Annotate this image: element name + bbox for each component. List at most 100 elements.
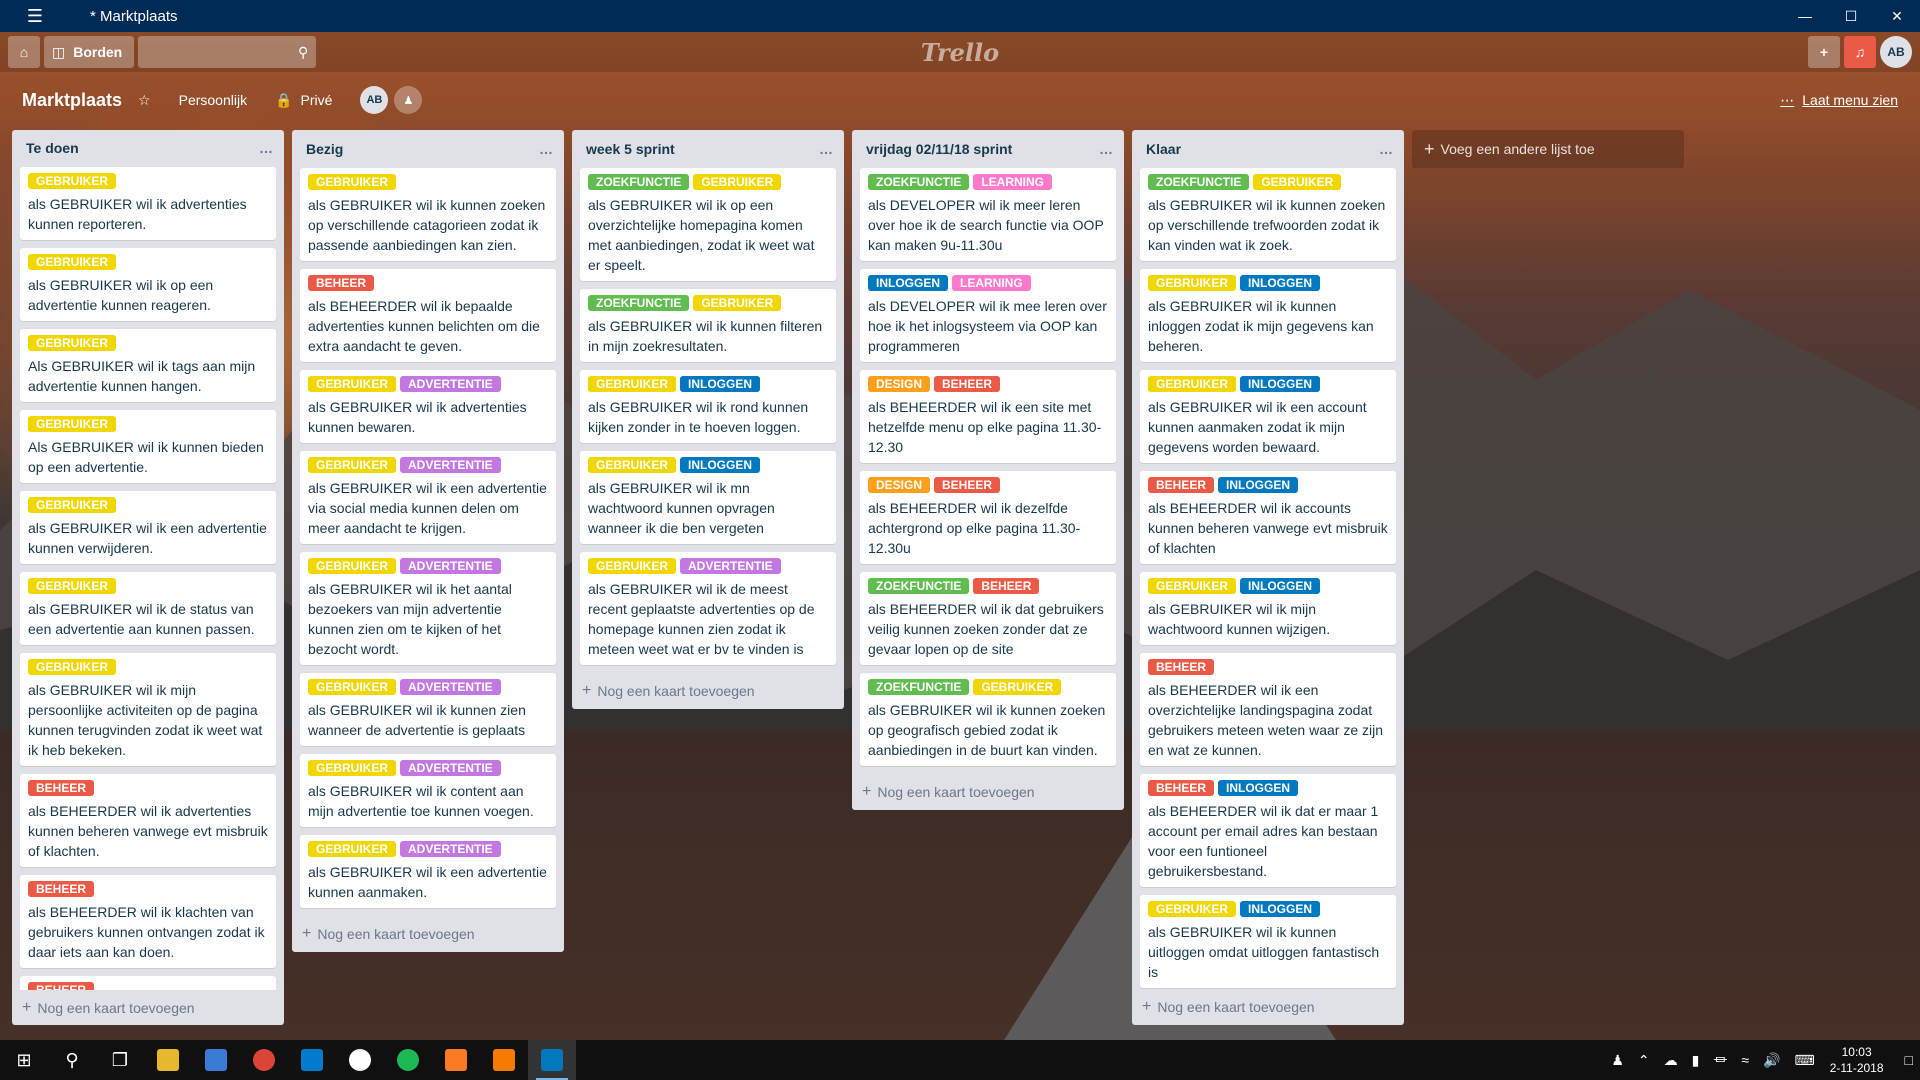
add-card-button[interactable]: + Nog een kaart toevoegen — [12, 990, 284, 1025]
notifications-button[interactable]: ♫ — [1844, 36, 1876, 68]
card[interactable]: GEBRUIKER ADVERTENTIE als GEBRUIKER wil ik… — [300, 552, 556, 665]
card[interactable]: GEBRUIKER als GEBRUIKER wil ik advertenti… — [20, 166, 276, 240]
home-button[interactable]: ⌂ — [8, 36, 40, 68]
card[interactable]: BEHEER als BEHEERDER wil ik klachten van … — [20, 874, 276, 968]
trello-taskbar-button[interactable] — [528, 1040, 576, 1080]
list-title[interactable]: Bezig — [306, 141, 343, 157]
add-card-button[interactable]: + Nog een kaart toevoegen — [292, 916, 564, 952]
card[interactable]: GEBRUIKER Als GEBRUIKER wil ik tags aan m… — [20, 328, 276, 402]
card[interactable]: BEHEER als BEHEERDER wil ik bepaalde adve… — [300, 269, 556, 362]
taskbar-clock[interactable]: 10:03 2-11-2018 — [1830, 1044, 1884, 1076]
card[interactable]: GEBRUIKER ADVERTENTIE als GEBRUIKER wil ik… — [300, 370, 556, 443]
card[interactable]: GEBRUIKER INLOGGEN als GEBRUIKER wil ik ku… — [1140, 894, 1396, 988]
list-title[interactable]: week 5 sprint — [586, 141, 675, 157]
list-menu-icon[interactable]: … — [819, 141, 834, 157]
app-taskbar-button[interactable] — [336, 1040, 384, 1080]
list-menu-icon[interactable]: … — [1099, 141, 1114, 157]
card[interactable]: GEBRUIKER ADVERTENTIE als GEBRUIKER wil ik… — [300, 835, 556, 908]
card-label: GEBRUIKER — [693, 295, 782, 311]
card[interactable]: GEBRUIKER Als GEBRUIKER wil ik kunnen bie… — [20, 409, 276, 483]
avatar[interactable]: AB — [1880, 36, 1912, 68]
list-menu-icon[interactable]: … — [259, 140, 274, 156]
team-button[interactable]: Persoonlijk — [179, 92, 247, 108]
task-view-button[interactable]: ❐ — [96, 1040, 144, 1080]
boards-button[interactable]: ◫ Borden — [44, 36, 135, 68]
xampp-taskbar-button[interactable] — [432, 1040, 480, 1080]
battery-icon[interactable]: ▮ — [1692, 1052, 1700, 1069]
member-avatar[interactable]: AB — [360, 86, 389, 114]
usb-icon[interactable]: ⏛ — [1713, 1050, 1727, 1070]
hamburger-menu-icon[interactable]: ☰ — [0, 6, 70, 27]
show-menu-link[interactable]: ⋯ Laat menu zien — [1780, 92, 1898, 109]
card[interactable]: ZOEKFUNCTIE GEBRUIKER als GEBRUIKER wil ik… — [1140, 167, 1396, 261]
vscode-taskbar-button[interactable] — [288, 1040, 336, 1080]
card[interactable]: GEBRUIKER ADVERTENTIE als GEBRUIKER wil ik… — [580, 552, 836, 665]
card[interactable]: GEBRUIKER ADVERTENTIE als GEBRUIKER wil ik… — [300, 754, 556, 827]
card[interactable]: GEBRUIKER als GEBRUIKER wil ik een advert… — [20, 490, 276, 564]
wifi-icon[interactable]: ≈ — [1741, 1052, 1749, 1068]
create-button[interactable]: + — [1808, 36, 1840, 68]
powerpoint-taskbar-button[interactable] — [480, 1040, 528, 1080]
card[interactable]: ZOEKFUNCTIE GEBRUIKER als GEBRUIKER wil ik… — [860, 673, 1116, 766]
card[interactable]: GEBRUIKER INLOGGEN als GEBRUIKER wil ik mi… — [1140, 571, 1396, 645]
card[interactable]: BEHEER — [20, 975, 276, 991]
maximize-button[interactable]: ☐ — [1828, 0, 1874, 32]
list-title[interactable]: vrijdag 02/11/18 sprint — [866, 141, 1012, 157]
add-card-button[interactable]: + Nog een kaart toevoegen — [1132, 989, 1404, 1025]
chevron-up-icon[interactable]: ⌃ — [1638, 1052, 1650, 1069]
people-icon[interactable]: ♟ — [1611, 1052, 1624, 1069]
list-menu-icon[interactable]: … — [1379, 141, 1394, 157]
list-header[interactable]: Bezig … — [292, 130, 564, 168]
list-menu-icon[interactable]: … — [539, 141, 554, 157]
card[interactable]: GEBRUIKER als GEBRUIKER wil ik op een adv… — [20, 247, 276, 321]
list-title[interactable]: Te doen — [26, 140, 79, 156]
invite-member-button[interactable]: ♟ — [394, 86, 423, 114]
add-list-button[interactable]: + Voeg een andere lijst toe — [1412, 130, 1684, 168]
card[interactable]: GEBRUIKER INLOGGEN als GEBRUIKER wil ik mn… — [580, 451, 836, 544]
list-header[interactable]: vrijdag 02/11/18 sprint … — [852, 130, 1124, 168]
store-taskbar-button[interactable] — [192, 1040, 240, 1080]
card[interactable]: GEBRUIKER INLOGGEN als GEBRUIKER wil ik ro… — [580, 370, 836, 443]
card[interactable]: BEHEER INLOGGEN als BEHEERDER wil ik accou… — [1140, 470, 1396, 564]
minimize-button[interactable]: — — [1782, 0, 1828, 32]
add-card-button[interactable]: + Nog een kaart toevoegen — [572, 673, 844, 709]
list: Klaar … ZOEKFUNCTIE GEBRUIKER als GEBRUIKER … — [1132, 130, 1404, 1025]
card[interactable]: BEHEER als BEHEERDER wil ik advertenties … — [20, 773, 276, 867]
list-title[interactable]: Klaar — [1146, 141, 1181, 157]
spotify-taskbar-button[interactable] — [384, 1040, 432, 1080]
card[interactable]: GEBRUIKER ADVERTENTIE als GEBRUIKER wil ik… — [300, 451, 556, 544]
card[interactable]: ZOEKFUNCTIE GEBRUIKER als GEBRUIKER wil ik… — [580, 289, 836, 362]
star-button[interactable]: ☆ — [138, 92, 151, 109]
card[interactable]: BEHEER als BEHEERDER wil ik een overzicht… — [1140, 652, 1396, 766]
card[interactable]: GEBRUIKER als GEBRUIKER wil ik de status … — [20, 571, 276, 645]
card[interactable]: INLOGGEN LEARNING als DEVELOPER wil ik mee… — [860, 269, 1116, 362]
taskbar-search-button[interactable]: ⚲ — [48, 1040, 96, 1080]
card[interactable]: GEBRUIKER ADVERTENTIE als GEBRUIKER wil ik… — [300, 673, 556, 746]
card[interactable]: ZOEKFUNCTIE LEARNING als DEVELOPER wil ik … — [860, 168, 1116, 261]
trello-logo[interactable]: Trello — [921, 38, 999, 67]
card[interactable]: GEBRUIKER INLOGGEN als GEBRUIKER wil ik ee… — [1140, 369, 1396, 463]
card[interactable]: ZOEKFUNCTIE BEHEER als BEHEERDER wil ik da… — [860, 572, 1116, 665]
close-button[interactable]: ✕ — [1874, 0, 1920, 32]
card[interactable]: GEBRUIKER als GEBRUIKER wil ik kunnen zoe… — [300, 168, 556, 261]
card[interactable]: DESIGN BEHEER als BEHEERDER wil ik dezelfd… — [860, 471, 1116, 564]
card[interactable]: GEBRUIKER als GEBRUIKER wil ik mijn perso… — [20, 652, 276, 766]
card[interactable]: BEHEER INLOGGEN als BEHEERDER wil ik dat e… — [1140, 773, 1396, 887]
card[interactable]: ZOEKFUNCTIE GEBRUIKER als GEBRUIKER wil ik… — [580, 168, 836, 281]
card[interactable]: GEBRUIKER INLOGGEN als GEBRUIKER wil ik ku… — [1140, 268, 1396, 362]
search-input[interactable]: ⚲ — [138, 36, 317, 68]
list-header[interactable]: week 5 sprint … — [572, 130, 844, 168]
chrome-taskbar-button[interactable] — [240, 1040, 288, 1080]
add-card-button[interactable]: + Nog een kaart toevoegen — [852, 774, 1124, 810]
explorer-taskbar-button[interactable] — [144, 1040, 192, 1080]
onedrive-icon[interactable]: ☁ — [1664, 1052, 1678, 1069]
volume-icon[interactable]: 🔊 — [1763, 1052, 1780, 1069]
board-title[interactable]: Marktplaats — [22, 90, 122, 111]
start-button[interactable]: ⊞ — [0, 1040, 48, 1080]
list-header[interactable]: Te doen … — [12, 130, 284, 167]
notification-center-icon[interactable]: □ — [1905, 1052, 1913, 1068]
card[interactable]: DESIGN BEHEER als BEHEERDER wil ik een sit… — [860, 370, 1116, 463]
list-header[interactable]: Klaar … — [1132, 130, 1404, 168]
keyboard-icon[interactable]: ⌨ — [1794, 1052, 1814, 1069]
visibility-button[interactable]: 🔒 Privé — [275, 92, 332, 109]
